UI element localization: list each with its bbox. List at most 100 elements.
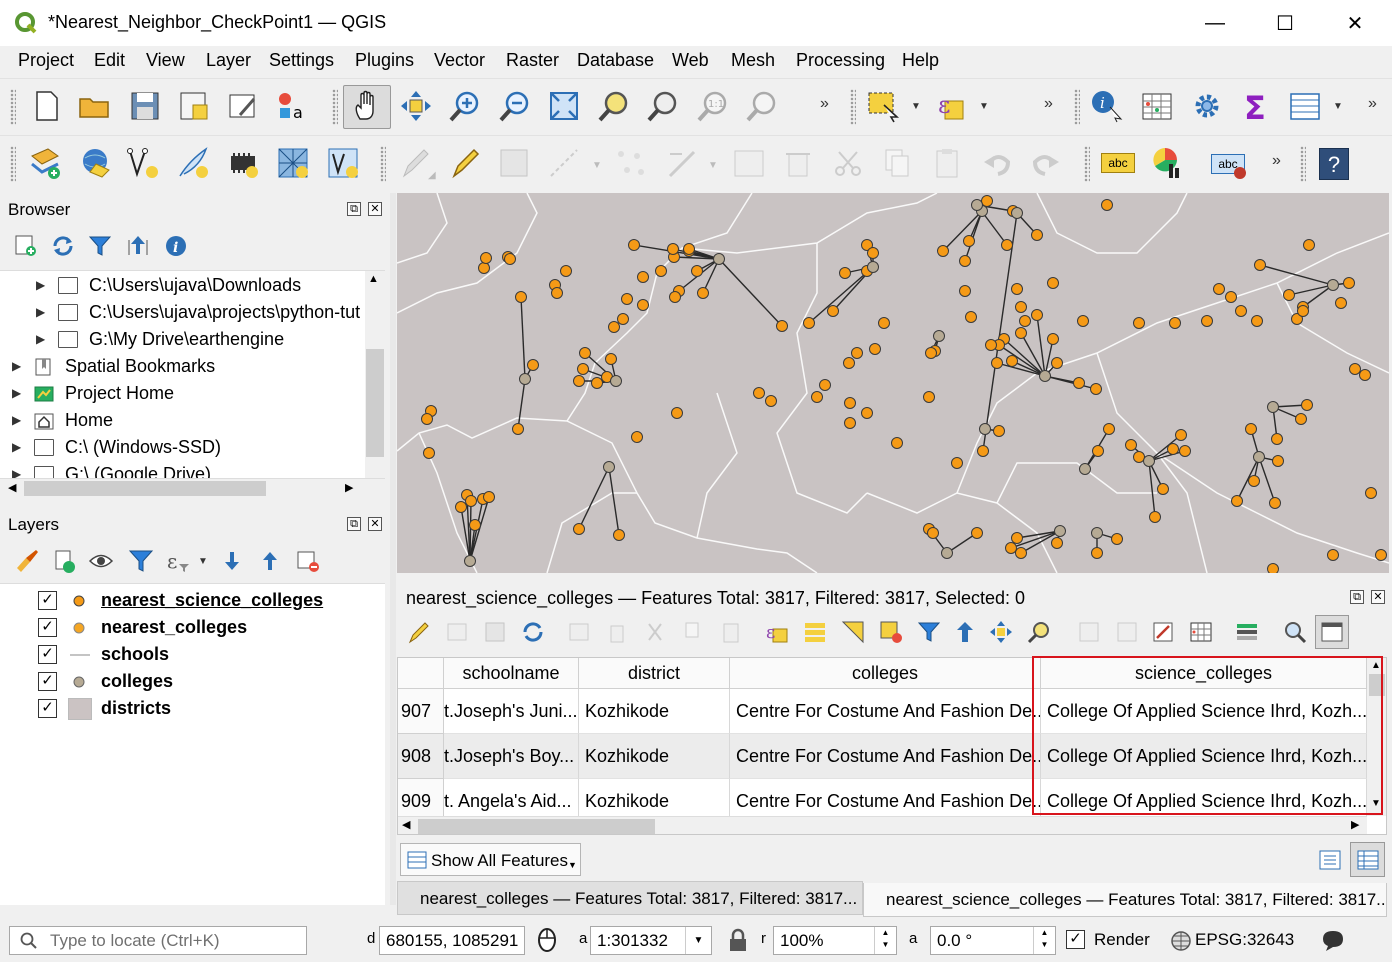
menu-raster[interactable]: Raster	[506, 50, 559, 71]
label-abc-icon[interactable]: abc	[1101, 153, 1135, 173]
browser-horizontal-scrollbar[interactable]: ◀ ▶	[0, 478, 385, 498]
toolbar-overflow-icon[interactable]: »	[1368, 95, 1377, 113]
toggle-editing-icon[interactable]	[407, 620, 431, 644]
coordinate-field[interactable]: 680155, 1085291	[379, 926, 525, 955]
zoom-out-icon[interactable]	[498, 89, 532, 123]
add-feature-icon[interactable]	[567, 620, 591, 644]
layer-colleges[interactable]: ✓ colleges	[0, 669, 385, 696]
messages-icon[interactable]	[1320, 929, 1346, 953]
column-header-district[interactable]: district	[579, 658, 730, 689]
digitize-icon[interactable]	[547, 146, 581, 180]
render-checkbox[interactable]: ✓	[1066, 930, 1085, 949]
zoom-native-icon[interactable]: 1:1	[696, 89, 730, 123]
identify-icon[interactable]: i	[1090, 89, 1124, 123]
new-temporary-layer-icon[interactable]	[176, 146, 210, 180]
copy-icon[interactable]	[681, 620, 705, 644]
pan-to-selection-icon[interactable]	[989, 620, 1013, 644]
column-header-colleges[interactable]: colleges	[730, 658, 1041, 689]
new-virtual-layer-icon[interactable]	[226, 146, 260, 180]
cut-icon[interactable]	[643, 620, 667, 644]
delete-selected-icon[interactable]	[781, 146, 815, 180]
paste-icon[interactable]	[930, 146, 964, 180]
expand-arrow-icon[interactable]: ▶	[36, 278, 45, 292]
table-view-button[interactable]	[1350, 842, 1385, 877]
cut-icon[interactable]	[831, 146, 865, 180]
attribute-table-icon[interactable]	[1140, 89, 1174, 123]
browser-vertical-scrollbar[interactable]: ▲	[365, 271, 385, 480]
filter-selected-icon[interactable]	[917, 620, 941, 644]
new-mesh-icon[interactable]	[276, 146, 310, 180]
reload-icon[interactable]	[521, 620, 545, 644]
save-edits-icon[interactable]	[497, 146, 531, 180]
table-edit-icon[interactable]	[732, 146, 766, 180]
magnifier-field[interactable]: 100% ▲ ▼	[773, 926, 897, 955]
info-icon[interactable]: i	[164, 234, 188, 258]
scrollbar-thumb[interactable]	[366, 349, 384, 457]
table-cell[interactable]: t.Joseph's Boy...	[444, 734, 579, 779]
menu-help[interactable]: Help	[902, 50, 939, 71]
form-view-icon[interactable]	[1315, 845, 1345, 875]
scroll-up-icon[interactable]: ▲	[368, 273, 379, 285]
scroll-right-icon[interactable]: ▶	[345, 481, 353, 494]
zoom-in-icon[interactable]	[448, 89, 482, 123]
globe-crs-icon[interactable]	[1170, 930, 1192, 952]
panel-splitter[interactable]	[390, 193, 396, 905]
chevron-down-icon[interactable]: ▼	[198, 556, 208, 567]
select-by-expression-icon[interactable]: ε	[935, 89, 969, 123]
conditional-formatting-icon[interactable]	[1235, 620, 1259, 644]
layout-manager-icon[interactable]	[226, 89, 260, 123]
layer-schools[interactable]: ✓ schools	[0, 642, 385, 669]
delete-field-icon[interactable]	[1115, 620, 1139, 644]
chevron-down-icon[interactable]: ▼	[592, 160, 602, 171]
show-all-features-dropdown[interactable]: Show All Features ▼	[400, 843, 581, 876]
scrollbar-thumb[interactable]	[418, 819, 655, 834]
rotation-field[interactable]: 0.0 ° ▲ ▼	[930, 926, 1056, 955]
copy-icon[interactable]	[880, 146, 914, 180]
spin-buttons-icon[interactable]: ▲ ▼	[1033, 927, 1055, 954]
expand-arrow-icon[interactable]: ▶	[12, 413, 21, 427]
pan-hand-icon[interactable]	[350, 89, 384, 123]
corner-header[interactable]	[398, 658, 444, 689]
chevron-down-icon[interactable]: ▼	[1333, 101, 1343, 112]
menu-view[interactable]: View	[146, 50, 185, 71]
filter-icon[interactable]	[88, 234, 112, 258]
settings-gear-icon[interactable]	[1190, 89, 1224, 123]
menu-layer[interactable]: Layer	[206, 50, 251, 71]
menu-edit[interactable]: Edit	[94, 50, 125, 71]
collapse-all-icon[interactable]	[257, 548, 283, 574]
expand-arrow-icon[interactable]: ▶	[36, 305, 45, 319]
row-header[interactable]: 908	[398, 734, 444, 779]
layer-nearest-colleges[interactable]: ✓ nearest_colleges	[0, 615, 385, 642]
float-panel-icon[interactable]: ⧉	[347, 517, 361, 531]
toolbar-overflow-icon[interactable]: »	[1272, 152, 1281, 170]
undo-icon[interactable]	[980, 146, 1014, 180]
actions-icon[interactable]	[1283, 620, 1307, 644]
filter-legend-icon[interactable]	[128, 548, 154, 574]
new-project-icon[interactable]	[30, 89, 64, 123]
scale-field[interactable]: 1:301332 ▼	[590, 926, 712, 955]
select-by-expression-icon[interactable]: ε	[765, 620, 789, 644]
form-view-button[interactable]	[1315, 845, 1345, 875]
menu-database[interactable]: Database	[577, 50, 654, 71]
menu-processing[interactable]: Processing	[796, 50, 885, 71]
expand-all-icon[interactable]	[219, 548, 245, 574]
chevron-down-icon[interactable]: ▼	[685, 927, 711, 954]
toggle-editing-icon[interactable]	[448, 146, 482, 180]
close-button[interactable]: ✕	[1320, 0, 1390, 46]
new-field-icon[interactable]	[1077, 620, 1101, 644]
scroll-left-icon[interactable]: ◀	[8, 481, 16, 494]
select-all-icon[interactable]	[803, 620, 827, 644]
open-table-icon[interactable]	[1288, 89, 1322, 123]
locate-search-input[interactable]: Type to locate (Ctrl+K)	[9, 926, 307, 955]
mouse-coordinate-icon[interactable]	[533, 926, 561, 954]
multi-edit-icon[interactable]	[445, 620, 469, 644]
spin-buttons-icon[interactable]: ▲ ▼	[874, 927, 896, 954]
field-calculator-icon[interactable]	[1189, 620, 1213, 644]
save-project-icon[interactable]	[128, 89, 162, 123]
menu-vector[interactable]: Vector	[434, 50, 485, 71]
refresh-icon[interactable]	[51, 234, 75, 258]
tab-nearest-colleges[interactable]: nearest_colleges — Features Total: 3817,…	[397, 881, 863, 915]
collapse-all-icon[interactable]	[126, 234, 150, 258]
data-source-manager-icon[interactable]	[28, 146, 62, 180]
move-selection-top-icon[interactable]	[953, 620, 977, 644]
